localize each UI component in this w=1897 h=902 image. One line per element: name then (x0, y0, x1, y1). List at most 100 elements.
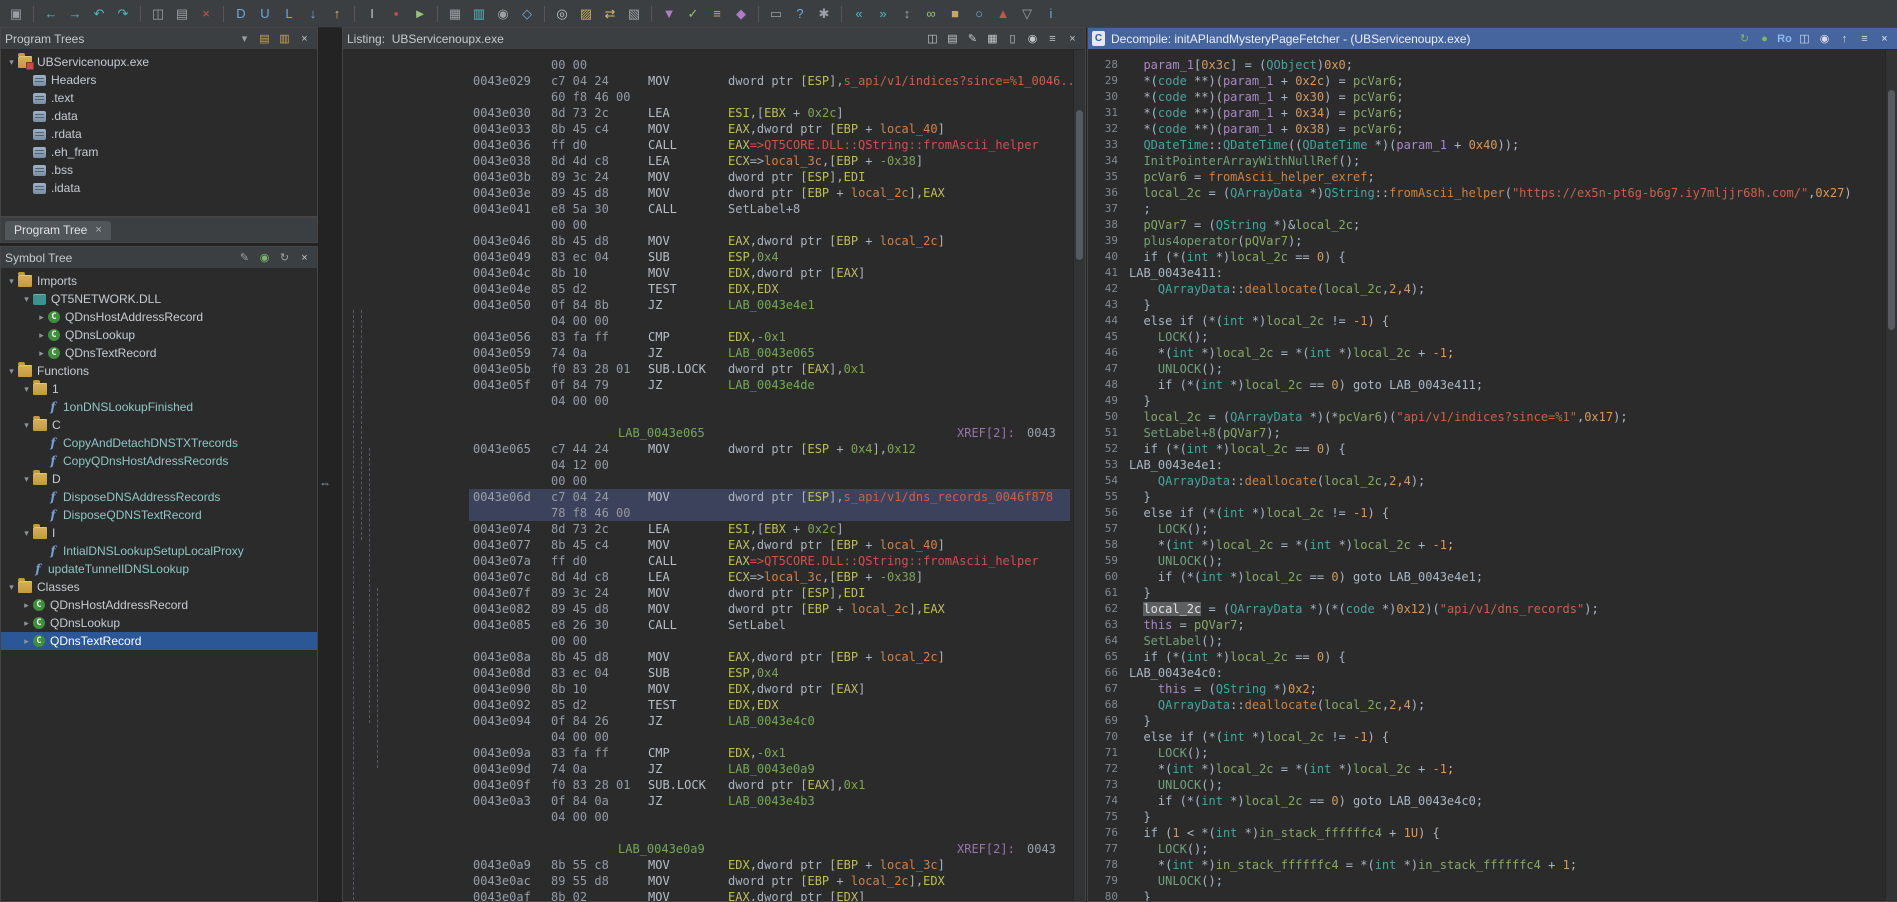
pointer-icon[interactable]: ► (408, 4, 432, 24)
decompile-line[interactable]: 36 local_2c = (QArrayData *)QString::fro… (1092, 185, 1886, 201)
rerun-icon[interactable]: ● (1756, 31, 1773, 47)
decompile-line[interactable]: 66LAB_0043e4c0: (1092, 665, 1886, 681)
listing-instruction-row[interactable]: 0043e09ff0 83 28 01SUB.LOCKdword ptr [EA… (343, 777, 1074, 793)
globe-icon[interactable]: ○ (967, 4, 991, 24)
expander-icon[interactable]: ▾ (5, 362, 18, 380)
listing-instruction-row[interactable]: 0043e041e8 5a 30CALLSetLabel+8 (343, 201, 1074, 217)
decompile-scrollbar[interactable] (1885, 50, 1897, 901)
panel-splitter-handle[interactable]: ⇔ (319, 476, 331, 490)
expander-icon[interactable]: ▸ (35, 308, 48, 326)
listing-bytes-row[interactable]: 04 12 00 (343, 457, 1074, 473)
tree-item-updatetunnelidnslookup[interactable]: fupdateTunnelIDNSLookup (1, 560, 317, 578)
listing-instruction-row[interactable]: 0043e0388d 4d c8LEAECX=>local_3c,[EBP + … (343, 153, 1074, 169)
tree-item-idata[interactable]: .idata (1, 179, 317, 197)
tree-item-qdnslookup[interactable]: ▸CQDnsLookup (1, 326, 317, 344)
listing-instruction-row[interactable]: 0043e03e89 45 d8MOVdword ptr [EBP + loca… (343, 185, 1074, 201)
decompile-line[interactable]: 70 else if (*(int *)local_2c != -1) { (1092, 729, 1886, 745)
decompile-line[interactable]: 72 *(int *)local_2c = *(int *)local_2c +… (1092, 761, 1886, 777)
decompile-line[interactable]: 76 if (1 < *(int *)in_stack_ffffffc4 + 1… (1092, 825, 1886, 841)
refresh-icon[interactable]: ↻ (1736, 31, 1753, 47)
tree-item-qdnstextrecord[interactable]: ▸CQDnsTextRecord (1, 344, 317, 362)
folder-icon[interactable]: ▥ (276, 31, 293, 47)
listing-instruction-row[interactable]: 0043e0940f 84 26JZLAB_0043e4c0 (343, 713, 1074, 729)
decompile-line[interactable]: 37 ; (1092, 201, 1886, 217)
memory-icon[interactable]: ▥ (467, 4, 491, 24)
letter-d-icon[interactable]: D (229, 4, 253, 24)
scripts-icon[interactable]: ≡ (705, 4, 729, 24)
listing-instruction-row[interactable]: 0043e029c7 04 24MOVdword ptr [ESP],s_api… (343, 73, 1074, 89)
decompile-line[interactable]: 61 } (1092, 585, 1886, 601)
delete-icon[interactable]: × (194, 4, 218, 24)
decompile-line[interactable]: 56 else if (*(int *)local_2c != -1) { (1092, 505, 1886, 521)
fields-icon[interactable]: ▦ (984, 31, 1001, 47)
listing-bytes-row[interactable]: 60 f8 46 00 (343, 89, 1074, 105)
expander-icon[interactable]: ▸ (35, 344, 48, 362)
tab-close-icon[interactable]: × (95, 224, 101, 236)
tree-item-qdnshostaddressrecord[interactable]: ▸CQDnsHostAddressRecord (1, 596, 317, 614)
new-tree-icon[interactable]: ▤ (256, 31, 273, 47)
decompile-line[interactable]: 28 param_1[0x3c] = (QObject)0x0; (1092, 57, 1886, 73)
forward-icon[interactable]: → (63, 4, 87, 24)
binary-icon[interactable]: ▧ (622, 4, 646, 24)
tree-item-data[interactable]: .data (1, 107, 317, 125)
rosetta-label[interactable]: Ro (1776, 31, 1793, 47)
gear-icon[interactable]: ✱ (812, 4, 836, 24)
goto-down-icon[interactable]: ↓ (301, 4, 325, 24)
decompile-line[interactable]: 69 } (1092, 713, 1886, 729)
decompile-line[interactable]: 55 } (1092, 489, 1886, 505)
tree-item-qt5network-dll[interactable]: ▾QT5NETWORK.DLL (1, 290, 317, 308)
expander-icon[interactable]: ▸ (20, 632, 33, 650)
listing-instruction-row[interactable]: 0043e0ac89 55 d8MOVdword ptr [EBP + loca… (343, 873, 1074, 889)
listing-instruction-row[interactable]: 0043e0af8b 02MOVEAX,dword ptr [EDX] (343, 889, 1074, 901)
highlight-icon[interactable]: ▨ (574, 4, 598, 24)
plugin-icon[interactable]: ◆ (729, 4, 753, 24)
decompile-line[interactable]: 49 } (1092, 393, 1886, 409)
decompile-line[interactable]: 52 if (*(int *)local_2c == 0) { (1092, 441, 1886, 457)
copy-icon[interactable]: ◫ (1796, 31, 1813, 47)
tree-item-functions[interactable]: ▾Functions (1, 362, 317, 380)
snapshot-icon[interactable]: ◉ (256, 250, 273, 266)
filter-icon[interactable]: ▽ (1015, 4, 1039, 24)
tree-item-qdnslookup[interactable]: ▸CQDnsLookup (1, 614, 317, 632)
decompile-scrollbar-thumb[interactable] (1888, 90, 1895, 330)
listing-instruction-row[interactable]: 0043e0338b 45 c4MOVEAX,dword ptr [EBP + … (343, 121, 1074, 137)
expander-icon[interactable]: ▾ (5, 53, 18, 71)
listing-instruction-row[interactable]: 0043e07f89 3c 24MOVdword ptr [ESP],EDI (343, 585, 1074, 601)
listing-instruction-row[interactable]: 0043e065c7 44 24MOVdword ptr [ESP + 0x4]… (343, 441, 1074, 457)
listing-bytes-row[interactable]: 00 00 (343, 633, 1074, 649)
expander-icon[interactable]: ▾ (20, 380, 33, 398)
listing-instruction-row[interactable]: 0043e05974 0aJZLAB_0043e065 (343, 345, 1074, 361)
expander-icon[interactable]: ▾ (20, 290, 33, 308)
decompile-line[interactable]: 42 QArrayData::deallocate(local_2c,2,4); (1092, 281, 1886, 297)
tree-item-c[interactable]: ▾C (1, 416, 317, 434)
decompile-line[interactable]: 65 if (*(int *)local_2c == 0) { (1092, 649, 1886, 665)
save-icon[interactable]: ▣ (4, 4, 28, 24)
listing-instruction-row[interactable]: 0043e09a83 fa ffCMPEDX,-0x1 (343, 745, 1074, 761)
graph-icon[interactable]: ◇ (515, 4, 539, 24)
bookmark-icon[interactable]: ▼ (657, 4, 681, 24)
listing-instruction-row[interactable]: 0043e08289 45 d8MOVdword ptr [EBP + loca… (343, 601, 1074, 617)
tree-item-1[interactable]: ▾1 (1, 380, 317, 398)
listing-instruction-row[interactable]: 0043e0a30f 84 0aJZLAB_0043e4b3 (343, 793, 1074, 809)
decompile-line[interactable]: 60 if (*(int *)local_2c == 0) goto LAB_0… (1092, 569, 1886, 585)
tree-item-disposeqdnstextrecord[interactable]: fDisposeQDNSTextRecord (1, 506, 317, 524)
decompile-line[interactable]: 45 LOCK(); (1092, 329, 1886, 345)
tree-item-rdata[interactable]: .rdata (1, 125, 317, 143)
flag-icon[interactable]: ▲ (991, 4, 1015, 24)
tab-program-tree[interactable]: Program Tree × (5, 221, 111, 240)
decompile-line[interactable]: 73 UNLOCK(); (1092, 777, 1886, 793)
tree-item-bss[interactable]: .bss (1, 161, 317, 179)
listing-instruction-row[interactable]: 0043e04e85 d2TESTEDX,EDX (343, 281, 1074, 297)
decompile-line[interactable]: 74 if (*(int *)local_2c == 0) goto LAB_0… (1092, 793, 1886, 809)
tree-item-copyanddetachdnstxtrecords[interactable]: fCopyAndDetachDNSTXTrecords (1, 434, 317, 452)
redo-icon[interactable]: ↷ (111, 4, 135, 24)
decompile-line[interactable]: 62 local_2c = (QArrayData *)(*(code *)0x… (1092, 601, 1886, 617)
camera-icon[interactable]: ◉ (491, 4, 515, 24)
listing-instruction-row[interactable]: 0043e08a8b 45 d8MOVEAX,dword ptr [EBP + … (343, 649, 1074, 665)
listing-label-row[interactable]: LAB_0043e0a9XREF[2]:0043 (343, 841, 1074, 857)
snapshot-icon[interactable]: ◉ (1816, 31, 1833, 47)
decompile-line[interactable]: 44 else if (*(int *)local_2c != -1) { (1092, 313, 1886, 329)
decompile-line[interactable]: 29 *(code **)(param_1 + 0x2c) = pcVar6; (1092, 73, 1886, 89)
decompile-line[interactable]: 63 this = pQVar7; (1092, 617, 1886, 633)
decompile-line[interactable]: 38 pQVar7 = (QString *)&local_2c; (1092, 217, 1886, 233)
